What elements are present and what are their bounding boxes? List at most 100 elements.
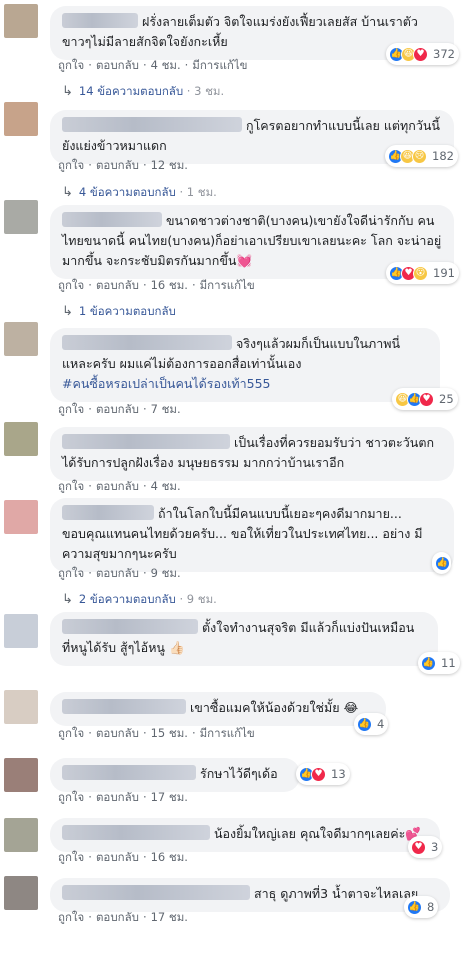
comment-time[interactable]: 4 ชม. xyxy=(151,479,181,493)
reply-arrow-icon: ↳ xyxy=(62,185,73,200)
like-reaction-icon: 👍 xyxy=(357,716,372,732)
reply-link[interactable]: ตอบกลับ xyxy=(96,566,139,580)
blurred-commenter-name[interactable] xyxy=(62,505,154,520)
comment-time[interactable]: 15 ชม. xyxy=(151,726,188,740)
like-link[interactable]: ถูกใจ xyxy=(58,910,84,924)
avatar[interactable] xyxy=(4,422,38,456)
comment-time[interactable]: 17 ชม. xyxy=(151,790,188,804)
like-link[interactable]: ถูกใจ xyxy=(58,566,84,580)
like-link[interactable]: ถูกใจ xyxy=(58,790,84,804)
view-replies-link[interactable]: ↳ 14 ข้อความตอบกลับ · 3 ชม. xyxy=(62,83,224,101)
comment-text: เขาซื้อแมคให้น้องด้วยใช่มั้ย 😂 xyxy=(190,700,359,715)
reply-link[interactable]: ตอบกลับ xyxy=(96,479,139,493)
like-reaction-icon: 👍 xyxy=(421,655,436,671)
like-link[interactable]: ถูกใจ xyxy=(58,278,84,292)
comment-bubble: เป็นเรื่องที่ควรยอมรับว่า ชาวตะวันตก ได้… xyxy=(50,427,454,481)
reply-link[interactable]: ตอบกลับ xyxy=(96,158,139,172)
avatar[interactable] xyxy=(4,102,38,136)
love-reaction-icon: ♥ xyxy=(411,839,426,855)
comment-text: รักษาไว้ดีๆเด้อ xyxy=(200,766,278,781)
view-replies-link[interactable]: ↳ 4 ข้อความตอบกลับ · 1 ชม. xyxy=(62,184,217,202)
avatar[interactable] xyxy=(4,322,38,356)
comment-bubble: น้องยิ้มใหญ่เลย คุณใจดีมากๆเลยค่ะ💕 xyxy=(50,818,440,852)
reply-arrow-icon: ↳ xyxy=(62,84,73,99)
reaction-summary[interactable]: 👍 11 xyxy=(418,652,460,674)
comment-time[interactable]: 12 ชม. xyxy=(151,158,188,172)
comment-actions: ถูกใจ · ตอบกลับ · 16 ชม. xyxy=(58,850,188,864)
blurred-commenter-name[interactable] xyxy=(62,335,232,350)
like-reaction-icon: 👍 xyxy=(435,555,450,571)
edited-label[interactable]: มีการแก้ไข xyxy=(192,58,247,72)
avatar[interactable] xyxy=(4,200,38,234)
blurred-commenter-name[interactable] xyxy=(62,825,210,840)
blurred-commenter-name[interactable] xyxy=(62,619,198,634)
blurred-commenter-name[interactable] xyxy=(62,13,138,28)
comment-time[interactable]: 16 ชม. xyxy=(151,850,188,864)
like-link[interactable]: ถูกใจ xyxy=(58,726,84,740)
comment-actions: ถูกใจ · ตอบกลับ · 17 ชม. xyxy=(58,790,188,804)
reply-link[interactable]: ตอบกลับ xyxy=(96,850,139,864)
reaction-summary[interactable]: 😆 👍 ♥ 25 xyxy=(392,388,458,410)
reply-link[interactable]: ตอบกลับ xyxy=(96,910,139,924)
blurred-commenter-name[interactable] xyxy=(62,765,196,780)
avatar[interactable] xyxy=(4,4,38,38)
comment-actions: ถูกใจ · ตอบกลับ · 9 ชม. xyxy=(58,566,181,580)
comment-text: สาธุ ดูภาพที่3 น้ำตาจะไหลเลย xyxy=(254,886,419,901)
comment-time[interactable]: 4 ชม. xyxy=(151,58,181,72)
like-link[interactable]: ถูกใจ xyxy=(58,58,84,72)
hashtag-link[interactable]: #คนซื้อหรอเปล่าเป็นคนได้รองเท้า555 xyxy=(62,376,271,391)
reaction-count: 3 xyxy=(431,840,439,854)
like-link[interactable]: ถูกใจ xyxy=(58,850,84,864)
reply-link[interactable]: ตอบกลับ xyxy=(96,58,139,72)
reaction-count: 191 xyxy=(433,266,455,280)
avatar[interactable] xyxy=(4,818,38,852)
reaction-count: 372 xyxy=(433,47,455,61)
comment-bubble: ตั้งใจทำงานสุจริต มีแล้วก็แบ่งปันเหมือน … xyxy=(50,612,438,666)
reaction-summary[interactable]: 👍 ♥ 13 xyxy=(296,763,350,785)
like-link[interactable]: ถูกใจ xyxy=(58,158,84,172)
blurred-commenter-name[interactable] xyxy=(62,434,230,449)
reaction-count: 182 xyxy=(432,149,454,163)
view-replies-link[interactable]: ↳ 1 ข้อความตอบกลับ xyxy=(62,303,176,321)
edited-label[interactable]: มีการแก้ไข xyxy=(200,278,255,292)
reply-link[interactable]: ตอบกลับ xyxy=(96,790,139,804)
avatar[interactable] xyxy=(4,500,38,534)
avatar[interactable] xyxy=(4,876,38,910)
comment-actions: ถูกใจ · ตอบกลับ · 15 ชม. · มีการแก้ไข xyxy=(58,726,255,740)
blurred-commenter-name[interactable] xyxy=(62,212,162,227)
love-reaction-icon: ♥ xyxy=(413,46,428,62)
blurred-commenter-name[interactable] xyxy=(62,699,186,714)
comment-bubble: เขาซื้อแมคให้น้องด้วยใช่มั้ย 😂 xyxy=(50,692,386,726)
reaction-summary[interactable]: 👍 😆 ♥ 372 xyxy=(386,43,459,65)
like-reaction-icon: 👍 xyxy=(407,899,422,915)
avatar[interactable] xyxy=(4,614,38,648)
reaction-count: 25 xyxy=(439,392,454,406)
blurred-commenter-name[interactable] xyxy=(62,117,242,132)
comment-bubble: รักษาไว้ดีๆเด้อ xyxy=(50,758,300,792)
avatar[interactable] xyxy=(4,758,38,792)
reaction-summary[interactable]: 👍 ♥ 😮 191 xyxy=(386,262,459,284)
like-link[interactable]: ถูกใจ xyxy=(58,479,84,493)
comment-time[interactable]: 9 ชม. xyxy=(151,566,181,580)
comment-time[interactable]: 7 ชม. xyxy=(151,402,181,416)
love-reaction-icon: ♥ xyxy=(311,766,326,782)
avatar[interactable] xyxy=(4,690,38,724)
comment-text: น้องยิ้มใหญ่เลย คุณใจดีมากๆเลยค่ะ💕 xyxy=(214,826,421,841)
reply-link[interactable]: ตอบกลับ xyxy=(96,402,139,416)
wow-reaction-icon: 😮 xyxy=(413,265,428,281)
reaction-summary[interactable]: ♥ 3 xyxy=(408,836,443,858)
reaction-summary[interactable]: 👍 4 xyxy=(354,713,389,735)
comment-time[interactable]: 17 ชม. xyxy=(151,910,188,924)
comment-actions: ถูกใจ · ตอบกลับ · 4 ชม. · มีการแก้ไข xyxy=(58,58,248,72)
reaction-summary[interactable]: 👍 😆 😢 182 xyxy=(385,145,458,167)
comment-time[interactable]: 16 ชม. xyxy=(151,278,188,292)
like-link[interactable]: ถูกใจ xyxy=(58,402,84,416)
reply-link[interactable]: ตอบกลับ xyxy=(96,726,139,740)
reaction-summary[interactable]: 👍 8 xyxy=(404,896,439,918)
reply-link[interactable]: ตอบกลับ xyxy=(96,278,139,292)
view-replies-link[interactable]: ↳ 2 ข้อความตอบกลับ · 9 ชม. xyxy=(62,591,217,609)
reaction-summary[interactable]: 👍 xyxy=(432,552,451,574)
comment-bubble: ถ้าในโลกใบนี้มีคนแบบนี้เยอะๆคงดีมากมาย..… xyxy=(50,498,454,572)
edited-label[interactable]: มีการแก้ไข xyxy=(200,726,255,740)
blurred-commenter-name[interactable] xyxy=(62,885,250,900)
